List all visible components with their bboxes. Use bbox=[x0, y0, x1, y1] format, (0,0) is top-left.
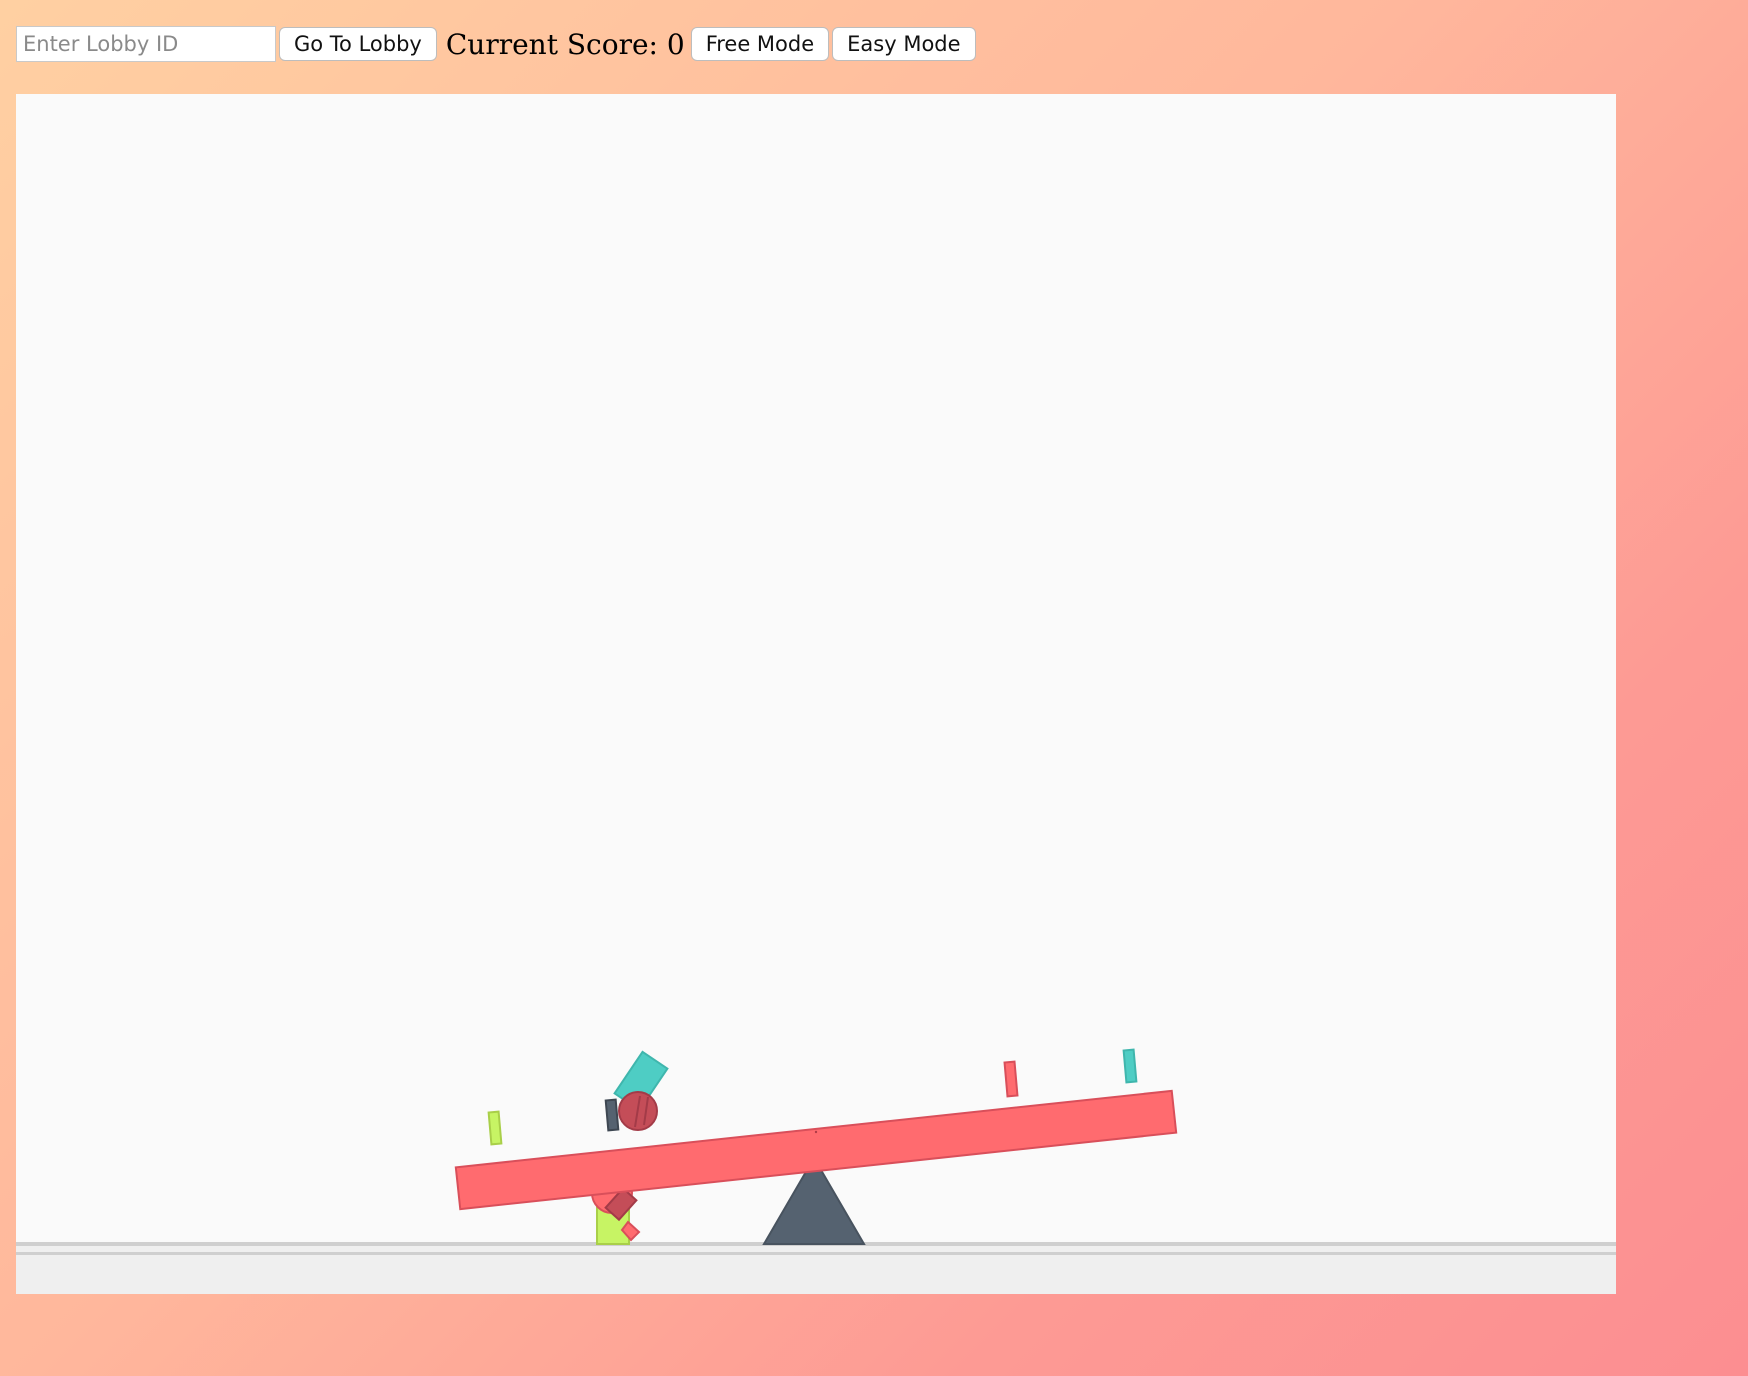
game-scene bbox=[16, 1048, 1616, 1294]
lime-peg[interactable] bbox=[487, 1110, 503, 1146]
ground-under-line bbox=[16, 1252, 1616, 1255]
easy-mode-button[interactable]: Easy Mode bbox=[832, 27, 976, 61]
game-canvas[interactable] bbox=[16, 94, 1616, 1294]
score-value: 0 bbox=[666, 27, 685, 61]
dark-slab[interactable] bbox=[604, 1098, 620, 1132]
free-mode-button[interactable]: Free Mode bbox=[690, 27, 830, 61]
score-display: Current Score: 0 bbox=[446, 28, 685, 61]
score-label: Current Score: bbox=[445, 27, 658, 61]
go-to-lobby-button[interactable]: Go To Lobby bbox=[279, 27, 437, 61]
red-peg[interactable] bbox=[1003, 1060, 1019, 1098]
teal-peg[interactable] bbox=[1122, 1048, 1138, 1084]
ground bbox=[16, 1244, 1616, 1294]
plank-pivot bbox=[814, 1130, 818, 1134]
lobby-id-input[interactable] bbox=[16, 26, 276, 62]
toolbar: Go To Lobby Current Score: 0 Free Mode E… bbox=[16, 25, 976, 63]
